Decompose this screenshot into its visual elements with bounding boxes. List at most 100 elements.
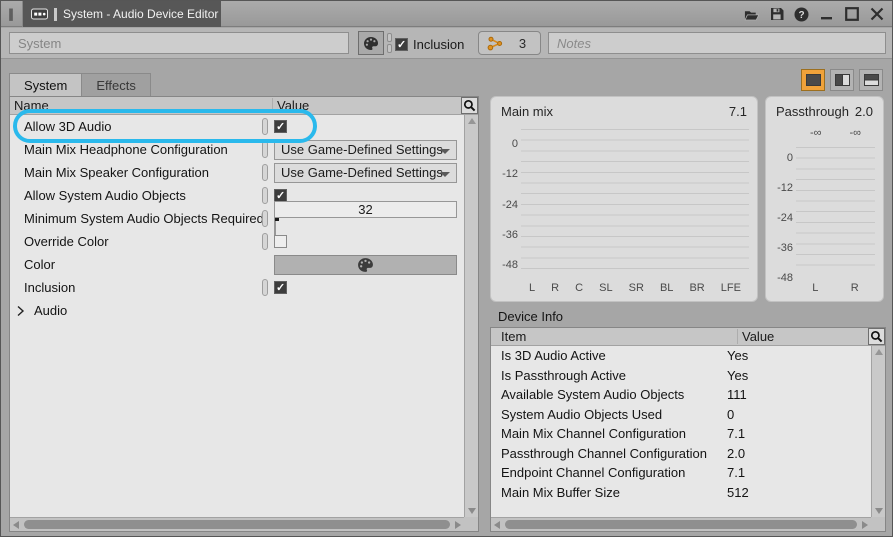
allow-3d-audio-checkbox[interactable] xyxy=(274,120,287,133)
meter-scale-label: 0 xyxy=(493,138,518,150)
passthrough-title: Passthrough xyxy=(776,104,849,119)
window-title: System - Audio Device Editor xyxy=(63,7,218,21)
property-rows: Allow 3D Audio Main Mix Headphone Config… xyxy=(10,115,464,517)
channel-label: C xyxy=(575,282,583,294)
slider-knob[interactable] xyxy=(275,218,279,221)
meter-scale-label: -36 xyxy=(768,242,793,254)
save-icon[interactable] xyxy=(769,7,784,22)
property-row-speaker-config[interactable]: Main Mix Speaker Configuration Use Game-… xyxy=(10,161,464,184)
min-system-audio-objects-slider[interactable] xyxy=(274,218,276,236)
channel-label: R xyxy=(551,282,559,294)
maximize-icon[interactable] xyxy=(844,7,859,22)
color-picker-button[interactable] xyxy=(274,255,457,275)
row-splitter-grip[interactable] xyxy=(262,118,268,135)
chevron-down-icon xyxy=(440,149,450,154)
inclusion-checkbox[interactable] xyxy=(395,38,408,51)
close-icon[interactable] xyxy=(869,7,884,22)
inclusion-label: Inclusion xyxy=(413,37,464,52)
passthrough-meter-area xyxy=(796,147,875,275)
property-row-min-system-audio-objects[interactable]: Minimum System Audio Objects Required xyxy=(10,207,464,230)
property-grid-header: Name Value xyxy=(10,97,478,115)
device-info-row[interactable]: Passthrough Channel Configuration 2.0 xyxy=(491,444,871,464)
row-splitter-grip[interactable] xyxy=(262,141,268,158)
search-icon xyxy=(463,99,476,112)
object-name-field[interactable] xyxy=(9,32,349,54)
row-splitter-grip[interactable] xyxy=(262,233,268,250)
value-column-header[interactable]: Value xyxy=(272,98,478,113)
color-palette-button[interactable] xyxy=(358,31,384,55)
device-info-row[interactable]: Is Passthrough Active Yes xyxy=(491,366,871,386)
min-system-audio-objects-input[interactable] xyxy=(274,201,457,218)
expand-chevron-icon[interactable] xyxy=(14,305,26,317)
title-separator xyxy=(54,8,57,21)
meter-scale-label: -48 xyxy=(768,272,793,284)
meter-scale-label: 0 xyxy=(768,152,793,164)
channel-label: L xyxy=(812,282,818,294)
main-mix-title: Main mix xyxy=(501,104,553,119)
main-mix-config: 7.1 xyxy=(729,104,747,119)
toolbar: Inclusion 3 xyxy=(1,28,892,59)
device-info-vertical-scrollbar[interactable] xyxy=(871,346,885,517)
property-row-allow-3d-audio[interactable]: Allow 3D Audio xyxy=(10,115,464,138)
toolbar-grip[interactable] xyxy=(387,33,393,54)
search-icon xyxy=(870,330,883,343)
palette-icon xyxy=(363,36,379,51)
device-info-row[interactable]: Endpoint Channel Configuration 7.1 xyxy=(491,463,871,483)
device-info-search-button[interactable] xyxy=(868,328,885,345)
device-info-horizontal-scrollbar[interactable] xyxy=(491,517,871,531)
item-column-header[interactable]: Item xyxy=(491,329,737,344)
dock-handle[interactable]: ∥ xyxy=(1,1,23,27)
device-info-row[interactable]: System Audio Objects Used 0 xyxy=(491,405,871,425)
main-mix-meter: Main mix 7.1 0-12-24-36-48 LRCSLSRBLBRLF… xyxy=(490,96,758,302)
passthrough-meter: Passthrough 2.0 -∞-∞ 0-12-24-36-48 LR xyxy=(765,96,884,302)
property-row-headphone-config[interactable]: Main Mix Headphone Configuration Use Gam… xyxy=(10,138,464,161)
value-column-header[interactable]: Value xyxy=(737,329,885,344)
device-info-row[interactable]: Main Mix Buffer Size 512 xyxy=(491,483,871,503)
property-row-inclusion[interactable]: Inclusion xyxy=(10,276,464,299)
speaker-config-dropdown[interactable]: Use Game-Defined Settings xyxy=(274,163,457,183)
tab-effects[interactable]: Effects xyxy=(82,73,151,96)
palette-icon xyxy=(357,257,374,273)
property-horizontal-scrollbar[interactable] xyxy=(10,517,464,531)
override-color-checkbox[interactable] xyxy=(274,235,287,248)
meter-scale-label: -12 xyxy=(768,182,793,194)
open-icon[interactable] xyxy=(744,7,759,22)
channel-label: SL xyxy=(599,282,612,294)
passthrough-scale: 0-12-24-36-48 xyxy=(768,152,793,284)
headphone-config-dropdown[interactable]: Use Game-Defined Settings xyxy=(274,140,457,160)
property-row-color[interactable]: Color xyxy=(10,253,464,276)
layout-buttons xyxy=(801,69,883,91)
channel-label: LFE xyxy=(721,282,741,294)
channel-label: L xyxy=(529,282,535,294)
layout-split-vertical-button[interactable] xyxy=(830,69,854,91)
property-group-audio[interactable]: Audio xyxy=(10,299,464,322)
property-vertical-scrollbar[interactable] xyxy=(464,115,478,517)
device-info-row[interactable]: Available System Audio Objects 111 xyxy=(491,385,871,405)
references-button[interactable]: 3 xyxy=(478,31,541,55)
inclusion-property-checkbox[interactable] xyxy=(274,281,287,294)
chevron-down-icon xyxy=(440,172,450,177)
row-splitter-grip[interactable] xyxy=(262,210,268,227)
passthrough-config: 2.0 xyxy=(855,104,873,119)
main-mix-channels: LRCSLSRBLBRLFE xyxy=(521,282,749,294)
audio-device-icon xyxy=(31,8,48,20)
device-info-row[interactable]: Is 3D Audio Active Yes xyxy=(491,346,871,366)
name-column-header[interactable]: Name xyxy=(10,98,272,113)
view-title-tab[interactable]: System - Audio Device Editor xyxy=(23,1,221,27)
meter-scale-label: -24 xyxy=(493,199,518,211)
tab-system[interactable]: System xyxy=(9,73,82,96)
property-search-button[interactable] xyxy=(461,97,478,114)
device-info-title: Device Info xyxy=(498,309,563,324)
channel-label: BR xyxy=(689,282,704,294)
help-icon[interactable]: ? xyxy=(794,7,809,22)
device-info-row[interactable]: Main Mix Channel Configuration 7.1 xyxy=(491,424,871,444)
notes-field[interactable] xyxy=(548,32,886,54)
reference-count: 3 xyxy=(513,36,532,51)
row-splitter-grip[interactable] xyxy=(262,164,268,181)
layout-single-button[interactable] xyxy=(801,69,825,91)
row-splitter-grip[interactable] xyxy=(262,187,268,204)
row-splitter-grip[interactable] xyxy=(262,279,268,296)
minimize-icon[interactable] xyxy=(819,7,834,22)
peak-value: -∞ xyxy=(810,127,822,139)
layout-split-horizontal-button[interactable] xyxy=(859,69,883,91)
